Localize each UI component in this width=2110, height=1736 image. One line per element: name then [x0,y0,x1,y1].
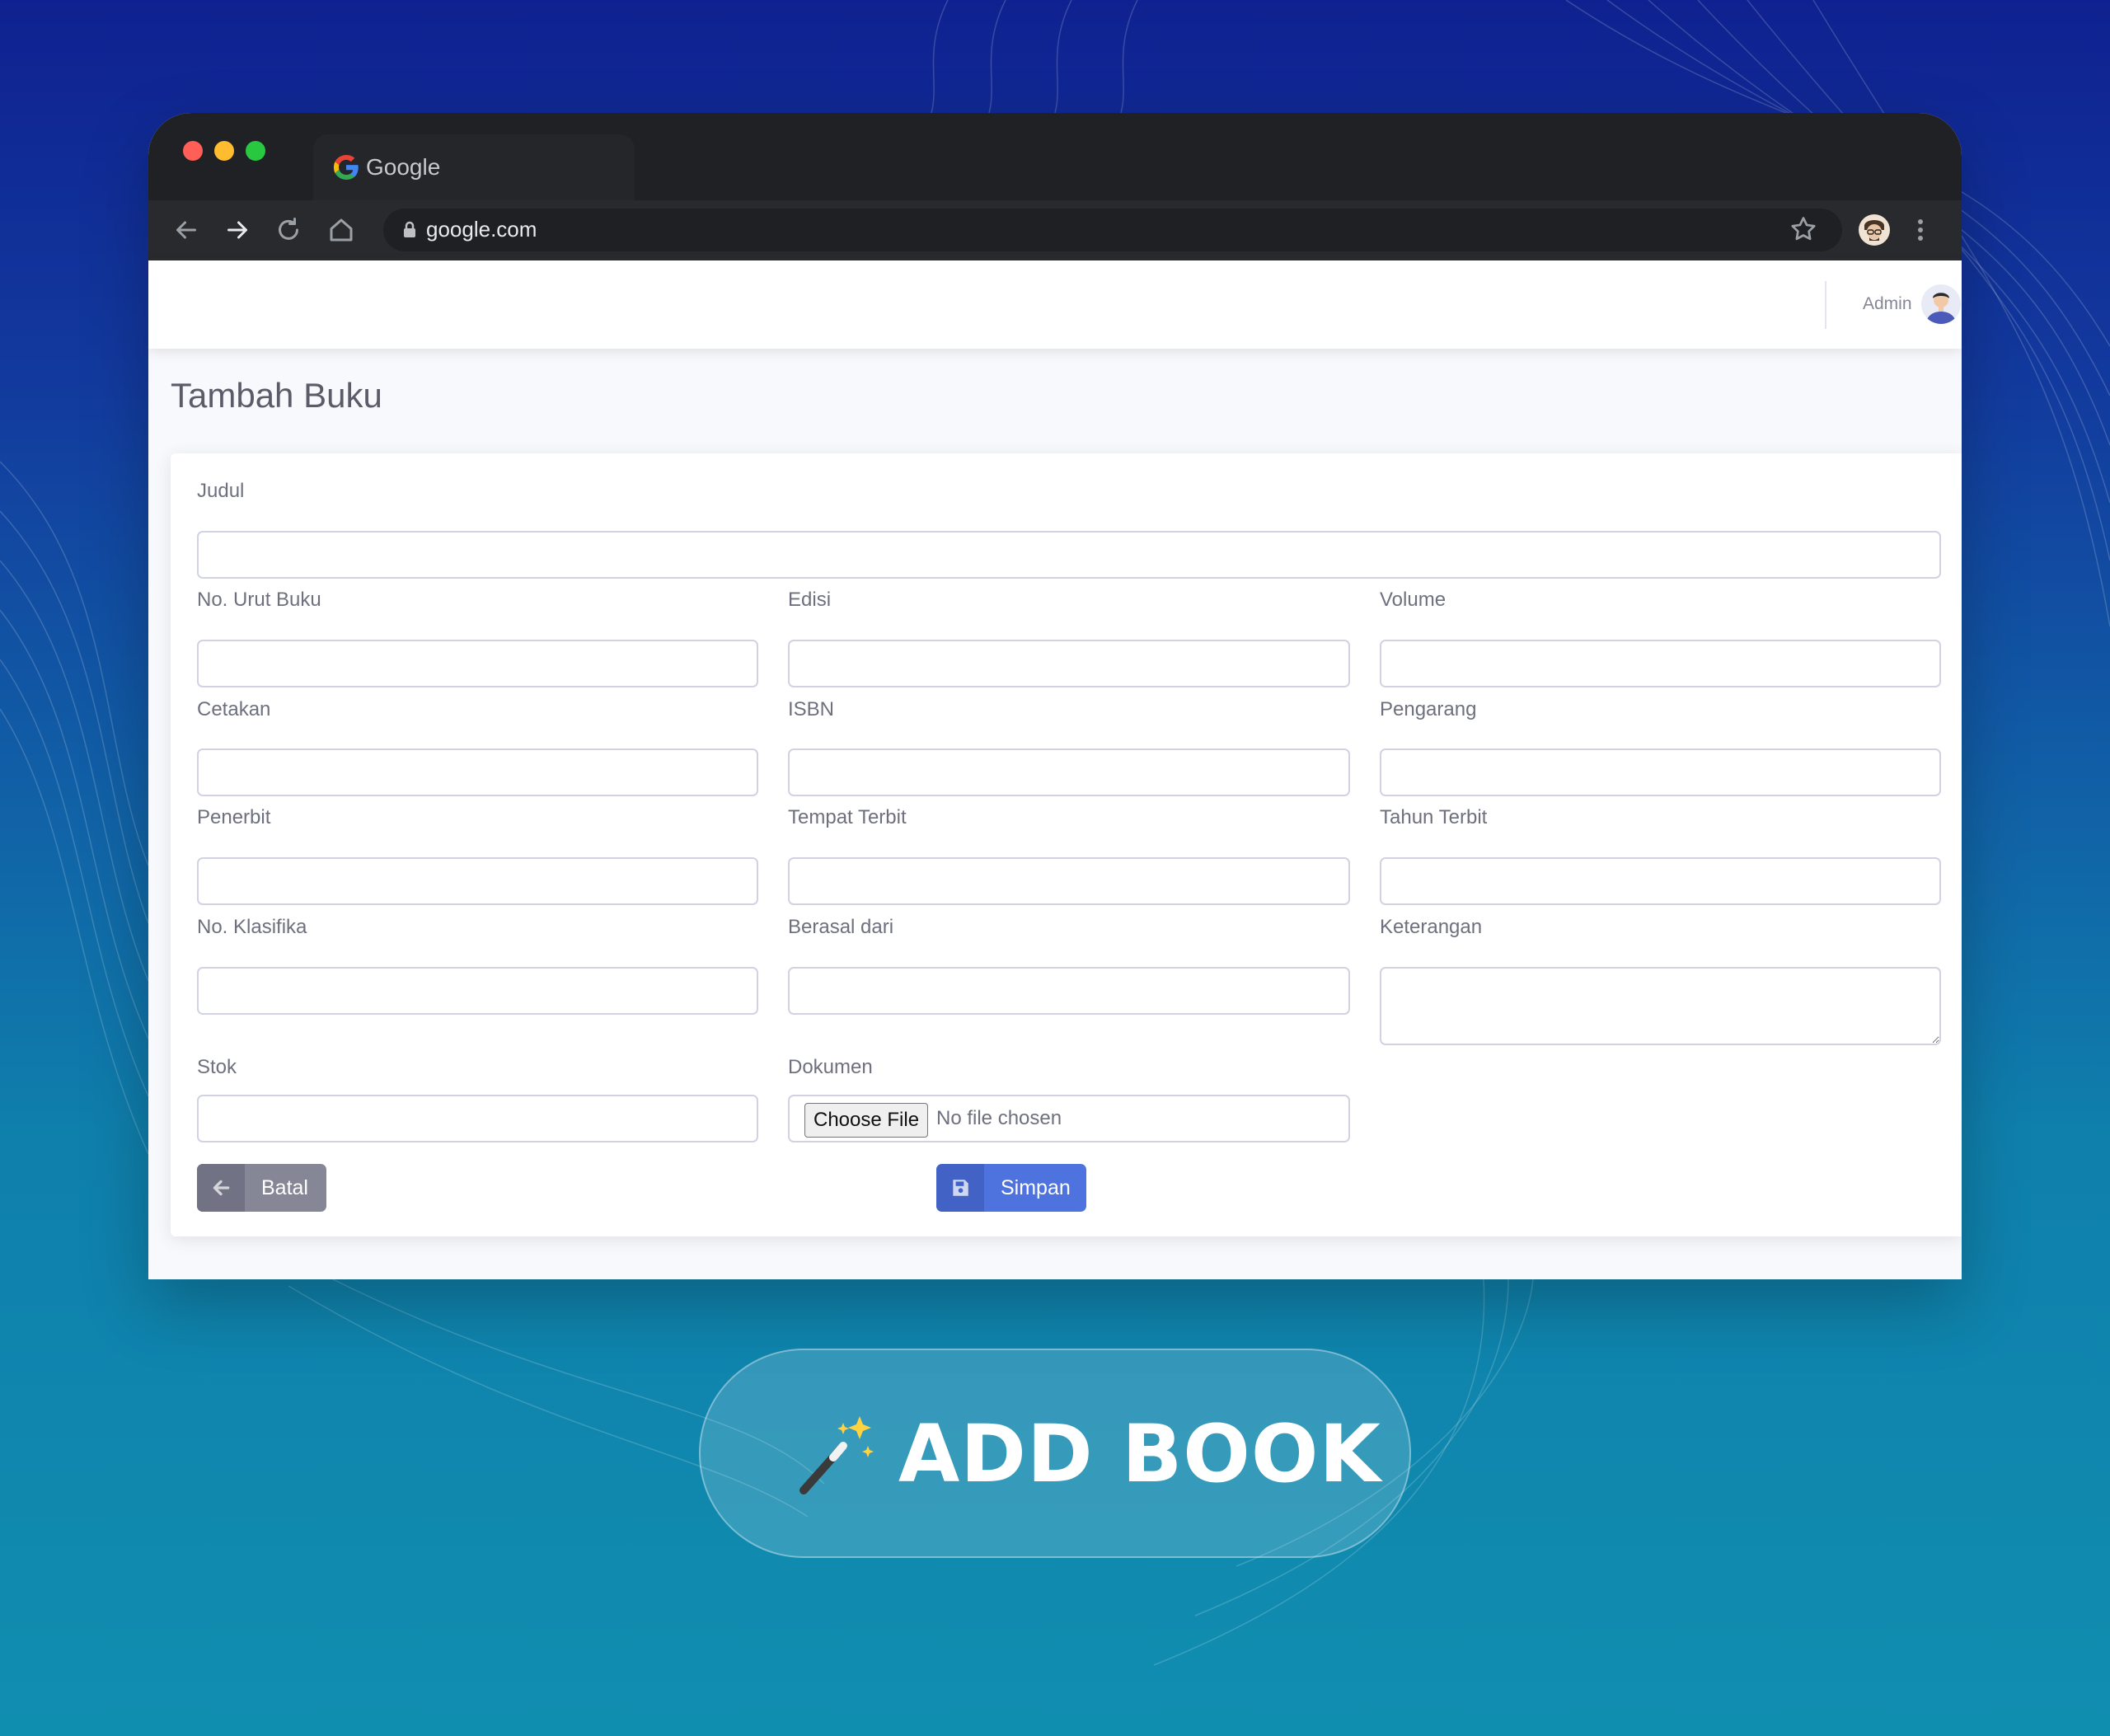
maximize-window-button[interactable] [246,141,265,161]
dokumen-file-input[interactable]: Choose File No file chosen [788,1095,1350,1142]
banner-title: ADD BOOK [898,1408,1381,1500]
volume-input[interactable] [1380,640,1941,687]
tab-title: Google [366,154,441,180]
google-logo [334,155,359,180]
tahun-terbit-input[interactable] [1380,857,1941,905]
user-name[interactable]: Admin [1863,294,1912,314]
tempat-terbit-label: Tempat Terbit [788,806,907,828]
url-text: google.com [426,217,537,242]
close-window-button[interactable] [183,141,203,161]
reload-icon[interactable] [274,215,303,245]
cancel-button[interactable]: Batal [197,1164,326,1212]
app-content: Admin Tambah Buku Judul No. Urut Buku Ed… [148,260,1962,1279]
judul-input[interactable] [197,531,1941,579]
cetakan-label: Cetakan [197,698,271,720]
save-button[interactable]: Simpan [936,1164,1086,1212]
forward-arrow-icon[interactable] [223,215,252,245]
isbn-label: ISBN [788,698,835,720]
edisi-input[interactable] [788,640,1350,687]
user-avatar[interactable] [1920,284,1962,325]
edisi-label: Edisi [788,589,832,611]
judul-label: Judul [197,480,245,502]
pengarang-label: Pengarang [1380,698,1477,720]
lock-icon [404,221,415,237]
save-button-label: Simpan [1001,1176,1071,1199]
stok-input[interactable] [197,1095,758,1142]
volume-label: Volume [1380,589,1447,611]
cetakan-input[interactable] [197,748,758,796]
penerbit-label: Penerbit [197,806,271,828]
floppy-disk-icon [936,1164,984,1212]
magic-wand-icon [799,1416,874,1494]
no-klasifika-label: No. Klasifika [197,916,307,938]
browser-window: Google google.com Admin Tambah Buku Judu… [148,113,1962,1279]
isbn-input[interactable] [788,748,1350,796]
add-book-banner: ADD BOOK [699,1349,1411,1558]
dokumen-label: Dokumen [788,1056,873,1078]
page-title: Tambah Buku [171,376,382,415]
menu-icon[interactable] [1912,215,1929,245]
browser-toolbar: google.com [148,200,1962,260]
home-icon[interactable] [326,215,356,245]
tahun-terbit-label: Tahun Terbit [1380,806,1488,828]
arrow-left-icon [197,1164,245,1212]
profile-icon[interactable] [1858,213,1891,246]
no-urut-buku-input[interactable] [197,640,758,687]
star-icon[interactable] [1789,214,1818,244]
penerbit-input[interactable] [197,857,758,905]
topbar: Admin [148,260,1962,349]
keterangan-textarea[interactable] [1380,967,1941,1045]
back-arrow-icon[interactable] [171,215,201,245]
add-book-form-card: Judul No. Urut Buku Edisi Volume Cetakan… [171,453,1962,1236]
topbar-divider [1825,281,1826,329]
address-bar[interactable]: google.com [383,209,1842,251]
keterangan-label: Keterangan [1380,916,1483,938]
stok-label: Stok [197,1056,237,1078]
browser-titlebar: Google [148,113,1962,200]
berasal-dari-input[interactable] [788,967,1350,1015]
browser-tab[interactable]: Google [313,134,635,200]
choose-file-button[interactable]: Choose File [804,1103,929,1138]
no-klasifika-input[interactable] [197,967,758,1015]
file-status-text: No file chosen [936,1107,1062,1129]
no-urut-buku-label: No. Urut Buku [197,589,321,611]
cancel-button-label: Batal [261,1176,308,1199]
tempat-terbit-input[interactable] [788,857,1350,905]
minimize-window-button[interactable] [214,141,234,161]
berasal-dari-label: Berasal dari [788,916,894,938]
pengarang-input[interactable] [1380,748,1941,796]
